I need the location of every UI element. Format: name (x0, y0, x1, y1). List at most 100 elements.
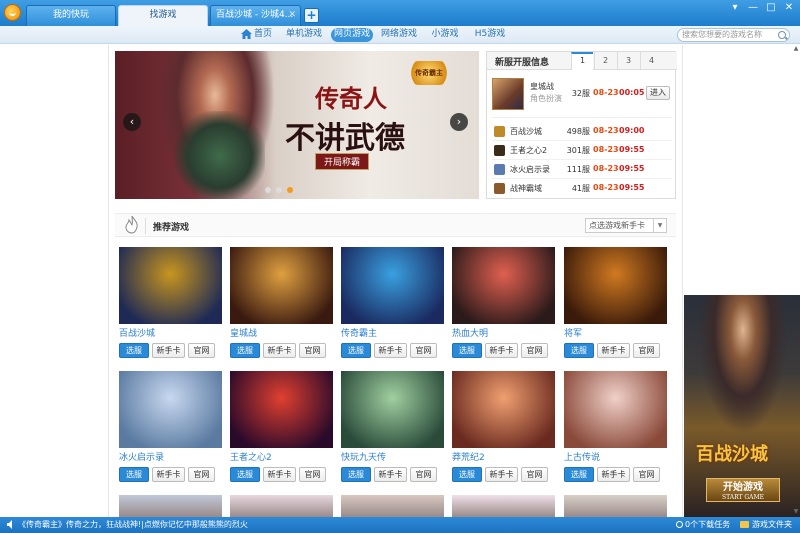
server-row-date: 08-23 (593, 183, 619, 192)
nav-single-player[interactable]: 单机游戏 (285, 28, 323, 42)
game-cover-image[interactable] (452, 495, 555, 517)
official-site-button[interactable]: 官网 (410, 343, 437, 358)
game-cover-image[interactable] (119, 495, 222, 517)
game-cover-image[interactable] (341, 371, 444, 448)
game-cover-image[interactable] (452, 247, 555, 324)
newbie-card-button[interactable]: 新手卡 (485, 467, 518, 482)
newbie-card-button[interactable]: 新手卡 (374, 467, 407, 482)
newbie-card-button[interactable]: 新手卡 (152, 467, 185, 482)
game-cover-image[interactable] (452, 371, 555, 448)
game-cover-image[interactable] (341, 247, 444, 324)
game-name[interactable]: 传奇霸主 (341, 326, 377, 339)
search-icon[interactable] (778, 31, 786, 39)
game-name[interactable]: 王者之心2 (230, 450, 272, 463)
server-row[interactable]: 冰火启示录 111服 08-23 09:55 (492, 160, 672, 179)
game-cover-image[interactable] (119, 371, 222, 448)
nav-web-games[interactable]: 网页游戏 (331, 28, 373, 42)
add-tab-button[interactable]: + (304, 8, 319, 23)
official-site-button[interactable]: 官网 (410, 467, 437, 482)
tab-my-games[interactable]: 我的快玩 (26, 5, 116, 26)
announcement-text[interactable]: 《传奇霸主》传奇之力，狂战战神!|点燃你记忆中那般熊熊的烈火 (18, 517, 248, 532)
game-name[interactable]: 快玩九天传 (341, 450, 386, 463)
game-name[interactable]: 热血大明 (452, 326, 488, 339)
game-name[interactable]: 百战沙城 (119, 326, 155, 339)
scroll-up-arrow[interactable]: ▲ (792, 45, 800, 53)
official-site-button[interactable]: 官网 (188, 343, 215, 358)
newbie-card-button[interactable]: 新手卡 (152, 343, 185, 358)
server-row[interactable]: 战神霸域 41服 08-23 09:55 (492, 179, 672, 198)
select-server-button[interactable]: 选服 (452, 467, 482, 482)
nav-online-games[interactable]: 网络游戏 (380, 28, 418, 42)
chevron-down-icon[interactable]: ▼ (653, 219, 666, 232)
tab-baizhan-shacheng[interactable]: 百战沙城 - 沙城4... ✕ (210, 5, 301, 26)
newbie-card-button[interactable]: 新手卡 (485, 343, 518, 358)
newbie-card-button[interactable]: 新手卡 (597, 343, 630, 358)
server-tab-4[interactable]: 4 (640, 52, 662, 70)
game-cover-image[interactable] (341, 495, 444, 517)
side-ad-banner[interactable]: 百战沙城 开始游戏 START GAME (684, 295, 800, 517)
select-server-button[interactable]: 选服 (452, 343, 482, 358)
promo-banner[interactable]: 传奇霸主 传奇人 不讲武德 开局称霸 ‹ › (115, 51, 479, 199)
nav-mini-games[interactable]: 小游戏 (430, 28, 460, 42)
official-site-button[interactable]: 官网 (299, 343, 326, 358)
minimize-icon[interactable]: — (745, 0, 761, 16)
select-server-button[interactable]: 选服 (119, 343, 149, 358)
game-cover-image[interactable] (564, 495, 667, 517)
server-tab-2[interactable]: 2 (594, 52, 616, 70)
game-cover-image[interactable] (119, 247, 222, 324)
banner-dot[interactable] (276, 187, 282, 193)
close-icon[interactable]: ✕ (288, 6, 296, 25)
official-site-button[interactable]: 官网 (299, 467, 326, 482)
scroll-down-arrow[interactable]: ▼ (792, 508, 800, 516)
banner-dot-active[interactable] (287, 187, 293, 193)
newbie-card-select[interactable]: 点选游戏新手卡 ▼ (585, 218, 667, 233)
game-cover-image[interactable] (564, 247, 667, 324)
banner-dot[interactable] (265, 187, 271, 193)
start-game-button[interactable]: 开始游戏 START GAME (706, 478, 780, 502)
newbie-card-button[interactable]: 新手卡 (374, 343, 407, 358)
menu-icon[interactable]: ▾ (727, 0, 743, 16)
official-site-button[interactable]: 官网 (633, 343, 660, 358)
nav-home[interactable]: 首页 (253, 28, 273, 42)
banner-prev-button[interactable]: ‹ (123, 113, 141, 131)
select-server-button[interactable]: 选服 (230, 467, 260, 482)
newbie-card-button[interactable]: 新手卡 (263, 467, 296, 482)
server-row[interactable]: 王者之心2 301服 08-23 09:55 (492, 141, 672, 160)
select-server-button[interactable]: 选服 (564, 467, 594, 482)
search-input[interactable]: 搜索您想要的游戏名称 (677, 28, 790, 42)
game-name[interactable]: 皇城战 (230, 326, 257, 339)
official-site-button[interactable]: 官网 (521, 343, 548, 358)
official-site-button[interactable]: 官网 (633, 467, 660, 482)
select-server-button[interactable]: 选服 (564, 343, 594, 358)
select-server-button[interactable]: 选服 (341, 467, 371, 482)
banner-next-button[interactable]: › (450, 113, 468, 131)
new-server-panel: 新服开服信息 1 2 3 4 皇城战 角色扮演 32服 08-23 00:05 … (486, 51, 677, 199)
server-row[interactable]: 百战沙城 498服 08-23 09:00 (492, 122, 672, 141)
nav-h5-games[interactable]: H5游戏 (474, 28, 506, 42)
server-tab-1[interactable]: 1 (571, 52, 593, 70)
download-tasks[interactable]: 0个下载任务 (676, 517, 730, 532)
newbie-card-button[interactable]: 新手卡 (597, 467, 630, 482)
featured-game-name[interactable]: 皇城战 (530, 81, 554, 92)
game-cover-image[interactable] (230, 371, 333, 448)
game-folder[interactable]: 游戏文件夹 (740, 517, 792, 532)
game-name[interactable]: 将军 (564, 326, 582, 339)
game-name[interactable]: 上古传说 (564, 450, 600, 463)
close-window-icon[interactable]: ✕ (781, 0, 797, 16)
server-tab-3[interactable]: 3 (617, 52, 639, 70)
newbie-card-button[interactable]: 新手卡 (263, 343, 296, 358)
maximize-icon[interactable]: □ (763, 0, 779, 16)
select-server-button[interactable]: 选服 (119, 467, 149, 482)
enter-button[interactable]: 进入 (646, 86, 670, 100)
featured-game-avatar[interactable] (492, 78, 524, 110)
game-cover-image[interactable] (230, 495, 333, 517)
game-cover-image[interactable] (230, 247, 333, 324)
select-server-button[interactable]: 选服 (341, 343, 371, 358)
official-site-button[interactable]: 官网 (521, 467, 548, 482)
official-site-button[interactable]: 官网 (188, 467, 215, 482)
select-server-button[interactable]: 选服 (230, 343, 260, 358)
tab-find-games[interactable]: 找游戏 (118, 5, 208, 26)
game-name[interactable]: 冰火启示录 (119, 450, 164, 463)
game-cover-image[interactable] (564, 371, 667, 448)
game-name[interactable]: 莽荒纪2 (452, 450, 485, 463)
